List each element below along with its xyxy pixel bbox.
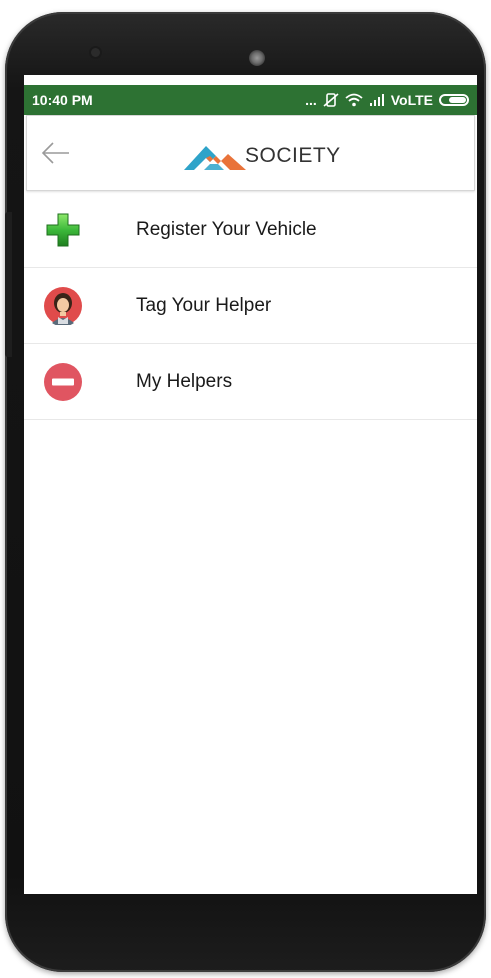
helper-avatar-icon	[44, 287, 82, 325]
wifi-icon	[345, 93, 363, 107]
logo-text: SOCIETY	[245, 144, 341, 167]
back-button[interactable]	[41, 140, 71, 166]
red-minus-icon	[44, 363, 82, 401]
menu-item-label: Tag Your Helper	[136, 295, 272, 316]
arrow-left-icon	[41, 142, 69, 164]
menu-item-my-helpers[interactable]: My Helpers	[24, 344, 477, 420]
menu-item-label: My Helpers	[136, 371, 233, 392]
status-icons: ... VoLTE	[305, 85, 469, 115]
status-bar: 10:40 PM ... VoLTE	[24, 85, 477, 115]
screen: 10:40 PM ... VoLTE SOCIETY Register Your…	[24, 75, 477, 894]
menu-list: Register Your Vehicle Tag Your Helper My…	[24, 192, 477, 420]
society-logo: SOCIETY	[184, 138, 341, 170]
app-header: SOCIETY	[26, 115, 475, 191]
menu-item-register-vehicle[interactable]: Register Your Vehicle	[24, 192, 477, 268]
status-time: 10:40 PM	[32, 92, 93, 108]
menu-item-label: Register Your Vehicle	[136, 219, 317, 240]
roof-logo-icon	[184, 146, 246, 170]
front-camera	[91, 48, 100, 57]
earpiece-speaker	[249, 50, 265, 66]
network-label: VoLTE	[390, 92, 433, 108]
green-plus-icon	[46, 213, 80, 247]
vibrate-off-icon	[323, 93, 339, 107]
side-button	[5, 212, 12, 357]
more-notifications-dots: ...	[305, 92, 317, 108]
signal-icon	[369, 94, 384, 106]
menu-item-tag-helper[interactable]: Tag Your Helper	[24, 268, 477, 344]
battery-icon	[439, 94, 469, 106]
